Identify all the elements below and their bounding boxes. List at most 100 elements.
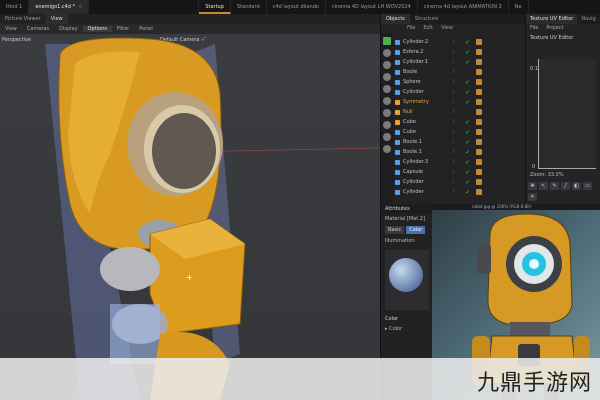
object-row[interactable]: Cylinder ⁞ ✓ (395, 187, 526, 197)
tab-objects[interactable]: Objects (381, 14, 410, 24)
visibility-dots-icon[interactable]: ⁞ (453, 169, 465, 175)
object-row[interactable]: Cylinder ⁞ ✓ (395, 177, 526, 187)
tab-ne[interactable]: Ne (509, 0, 529, 14)
enabled-check-icon[interactable]: ✓ (465, 189, 473, 196)
material-tag-icon[interactable] (476, 139, 482, 145)
tab-layout-animation[interactable]: cinema 4d layout ANIMATION 2 (418, 0, 509, 14)
edges-mode-icon[interactable] (383, 61, 391, 69)
enabled-check-icon[interactable]: ✓ (465, 169, 473, 176)
tab-picture-viewer[interactable]: Picture Viewer (0, 14, 46, 24)
menu-options[interactable]: Options (82, 26, 112, 32)
object-row[interactable]: Cylinder.2 ⁞ ✓ (395, 37, 526, 47)
select-icon[interactable]: ↖ (539, 182, 548, 190)
pen-icon[interactable]: ╱ (561, 182, 570, 190)
axis-icon[interactable] (383, 97, 391, 105)
material-tag-icon[interactable] (476, 149, 482, 155)
model-mode-icon[interactable] (383, 37, 391, 45)
menu-file[interactable]: File (403, 24, 419, 33)
material-tag-icon[interactable] (476, 59, 482, 65)
color-row[interactable]: ▸ Color (381, 324, 432, 334)
menu-cameras[interactable]: Cameras (22, 26, 54, 32)
visibility-dots-icon[interactable]: ⁞ (453, 139, 465, 145)
tab-startup[interactable]: Startup (199, 0, 231, 14)
object-name[interactable]: Boole (403, 69, 453, 75)
tab-layout-wov[interactable]: cinema 4D layout LH WOV2024 (326, 0, 418, 14)
object-row[interactable]: Capsule ⁞ ✓ (395, 167, 526, 177)
menu-view[interactable]: View (437, 24, 457, 33)
material-tag-icon[interactable] (476, 99, 482, 105)
object-name[interactable]: Cube (403, 119, 453, 125)
visibility-dots-icon[interactable]: ⁞ (453, 59, 465, 65)
object-row[interactable]: Boole ⁞ (395, 67, 526, 77)
object-row[interactable]: Cube ⁞ ✓ (395, 117, 526, 127)
object-row[interactable]: Cylinder ⁞ ✓ (395, 87, 526, 97)
object-name[interactable]: Cylinder (403, 189, 453, 195)
material-tag-icon[interactable] (476, 119, 482, 125)
visibility-dots-icon[interactable]: ⁞ (453, 129, 465, 135)
snap-icon[interactable] (383, 109, 391, 117)
material-tag-icon[interactable] (476, 129, 482, 135)
material-tag-icon[interactable] (476, 109, 482, 115)
visibility-dots-icon[interactable]: ⁞ (453, 149, 465, 155)
material-tag-icon[interactable] (476, 69, 482, 75)
visibility-dots-icon[interactable]: ⁞ (453, 99, 465, 105)
visibility-dots-icon[interactable]: ⁞ (453, 159, 465, 165)
material-tag-icon[interactable] (476, 189, 482, 195)
points-mode-icon[interactable] (383, 49, 391, 57)
object-name[interactable]: Capsule (403, 169, 453, 175)
eraser-icon[interactable]: ▭ (583, 182, 592, 190)
enabled-check-icon[interactable]: ✓ (465, 89, 473, 96)
tab-structure[interactable]: Structure (410, 14, 443, 24)
tab-navigator[interactable]: Navig (577, 14, 599, 24)
menu-file[interactable]: File (526, 24, 542, 33)
object-name[interactable]: Sphere (403, 79, 453, 85)
tab-texture-uv-editor[interactable]: Texture UV Editor (526, 14, 578, 24)
lock-icon[interactable] (383, 121, 391, 129)
object-row[interactable]: Cylinder.1 ⁞ ✓ (395, 57, 526, 67)
visibility-dots-icon[interactable]: ⁞ (453, 119, 465, 125)
visibility-dots-icon[interactable]: ⁞ (453, 179, 465, 185)
material-tag-icon[interactable] (476, 79, 482, 85)
object-name[interactable]: Symmetry (403, 99, 453, 105)
object-name[interactable]: Cylinder (403, 179, 453, 185)
menu-filter[interactable]: Filter (112, 26, 134, 32)
visibility-dots-icon[interactable]: ⁞ (453, 39, 465, 45)
object-name[interactable]: Boole.1 (403, 149, 453, 155)
brush-icon[interactable]: ✎ (550, 182, 559, 190)
menu-edit[interactable]: Edit (419, 24, 437, 33)
enabled-check-icon[interactable]: ✓ (465, 129, 473, 136)
enabled-check-icon[interactable]: ✓ (465, 49, 473, 56)
tab-enemigo[interactable]: enemigo1.c4d * × (29, 0, 90, 14)
close-icon[interactable]: ✕ (528, 193, 537, 201)
tab-untitled[interactable]: ttled 1 (0, 0, 30, 14)
material-tag-icon[interactable] (476, 179, 482, 185)
tab-layout-dilando[interactable]: c4d layout dilando (267, 0, 326, 14)
3d-viewport[interactable]: Perspective Default Camera ∘″ + (0, 34, 380, 400)
object-row[interactable]: Cylinder.3 ⁞ ✓ (395, 157, 526, 167)
material-tag-icon[interactable] (476, 39, 482, 45)
enabled-check-icon[interactable]: ✓ (465, 149, 473, 156)
tab-standard[interactable]: Standard (231, 0, 267, 14)
enabled-check-icon[interactable]: ✓ (465, 99, 473, 106)
menu-project[interactable]: Project (542, 24, 567, 33)
visibility-dots-icon[interactable]: ⁞ (453, 69, 465, 75)
visibility-dots-icon[interactable]: ⁞ (453, 49, 465, 55)
object-name[interactable]: Cylinder (403, 89, 453, 95)
tab-empty[interactable] (89, 0, 200, 14)
enabled-check-icon[interactable]: ✓ (465, 39, 473, 46)
tab-view[interactable]: View (45, 14, 68, 24)
object-row[interactable]: Cube ⁞ ✓ (395, 127, 526, 137)
tab-color[interactable]: Color (406, 226, 426, 234)
enabled-check-icon[interactable]: ✓ (465, 139, 473, 146)
object-row[interactable]: Null ⁞ (395, 107, 526, 117)
material-tag-icon[interactable] (476, 89, 482, 95)
material-tag-icon[interactable] (476, 159, 482, 165)
tab-illumination[interactable]: Illumination (381, 236, 432, 246)
object-name[interactable]: Cylinder.3 (403, 159, 453, 165)
fill-icon[interactable]: ◧ (572, 182, 581, 190)
object-name[interactable]: Cylinder.1 (403, 59, 453, 65)
visibility-dots-icon[interactable]: ⁞ (453, 79, 465, 85)
object-name[interactable]: Null (403, 109, 453, 115)
uv-graph-area[interactable] (538, 59, 596, 169)
object-name[interactable]: Cube (403, 129, 453, 135)
